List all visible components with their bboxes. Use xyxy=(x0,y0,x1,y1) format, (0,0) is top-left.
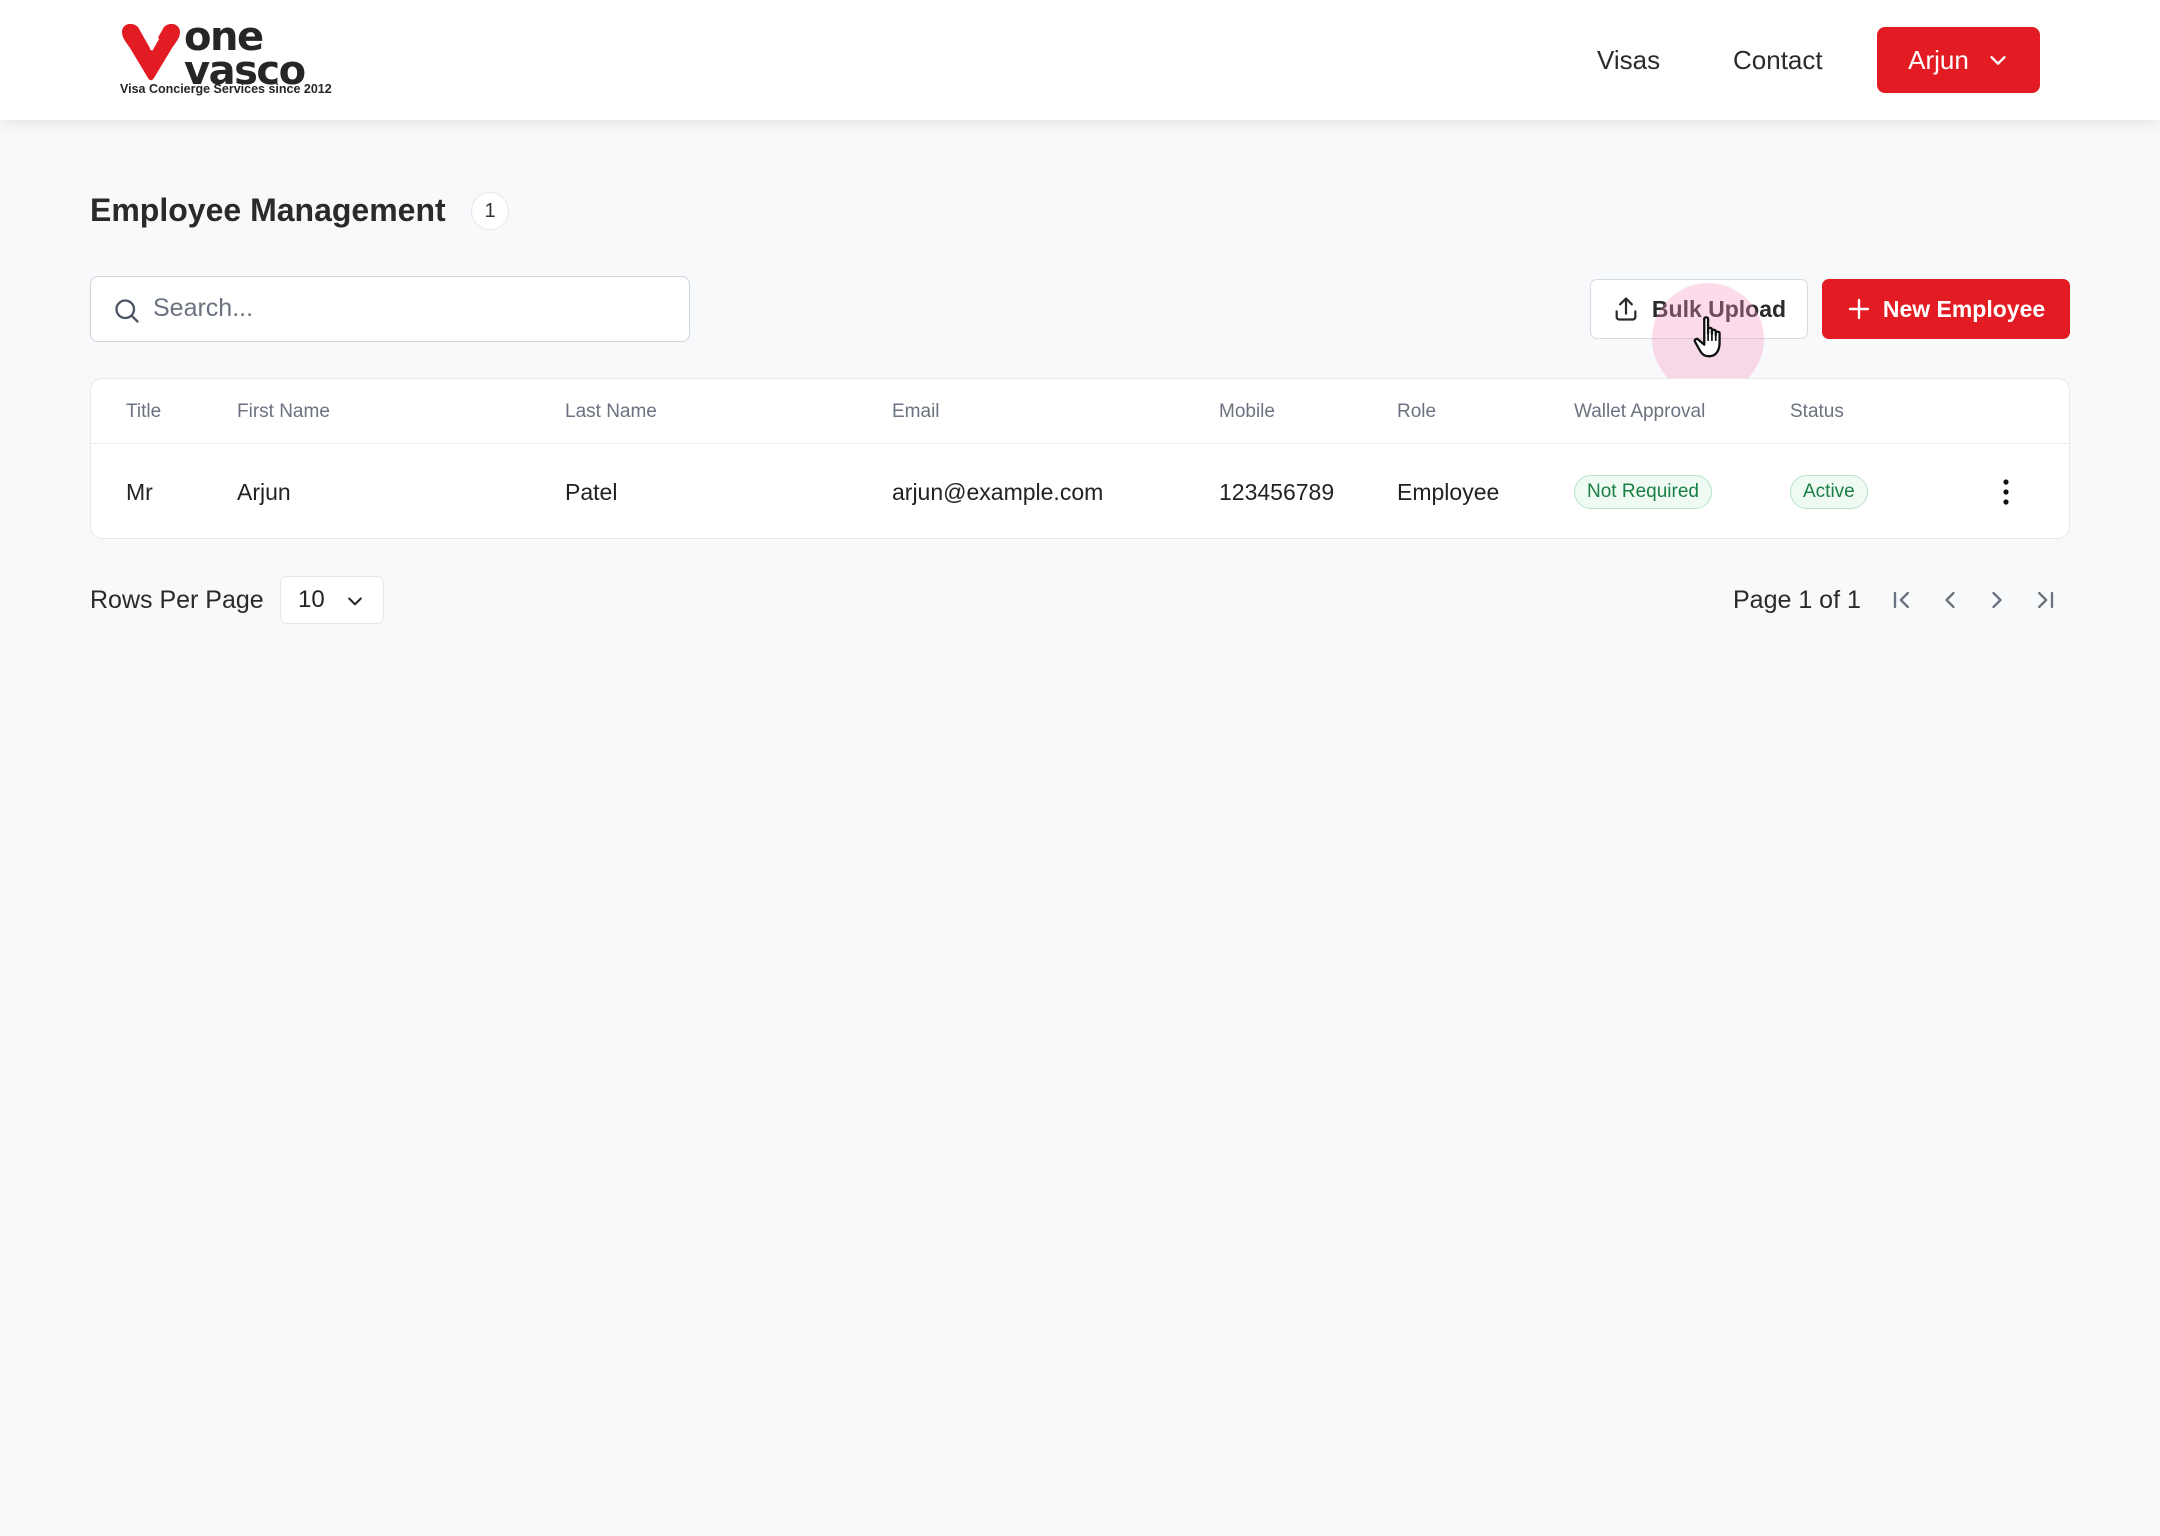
cell-last-name: Patel xyxy=(565,479,618,505)
plus-icon xyxy=(1848,298,1870,320)
next-page-icon xyxy=(1992,591,2002,609)
logo-wordmark: one vasco xyxy=(184,17,306,91)
table-row[interactable]: Mr Arjun Patel arjun@example.com 1234567… xyxy=(91,444,2069,538)
cell-mobile: 123456789 xyxy=(1219,479,1335,505)
column-header-status[interactable]: Status xyxy=(1790,379,1844,444)
new-employee-button[interactable]: New Employee xyxy=(1822,279,2070,339)
prev-page-icon xyxy=(1945,591,1955,609)
cell-first-name: Arjun xyxy=(237,479,291,505)
search-icon xyxy=(115,299,139,323)
upload-icon xyxy=(1615,297,1637,321)
column-header-email[interactable]: Email xyxy=(892,379,940,444)
page-title: Employee Management xyxy=(90,192,446,228)
table-header-row: Title First Name Last Name Email Mobile … xyxy=(91,379,2069,444)
column-header-first-name[interactable]: First Name xyxy=(237,379,330,444)
onevasco-logo[interactable]: one vasco Visa Concierge Services since … xyxy=(118,17,332,100)
heart-v-logo-icon xyxy=(122,23,180,81)
column-header-title[interactable]: Title xyxy=(126,379,161,444)
last-page-icon xyxy=(2038,591,2054,609)
nav-link-visas[interactable]: Visas xyxy=(1597,40,1660,80)
next-page-button[interactable] xyxy=(1983,586,2011,614)
page: one vasco Visa Concierge Services since … xyxy=(0,0,2160,1536)
hand-pointer-cursor-icon xyxy=(1693,316,1721,358)
search-box[interactable] xyxy=(90,276,690,342)
page-info: Page 1 of 1 xyxy=(1733,586,1861,614)
rows-per-page-select[interactable]: 10 xyxy=(280,576,384,624)
nav-link-contact[interactable]: Contact xyxy=(1733,40,1823,80)
status-badge: Active xyxy=(1790,475,1868,509)
employee-table: Title First Name Last Name Email Mobile … xyxy=(90,378,2070,539)
first-page-icon xyxy=(1893,591,1909,609)
chevron-down-icon xyxy=(1990,56,2006,65)
first-page-button[interactable] xyxy=(1888,586,1916,614)
rows-per-page-label: Rows Per Page xyxy=(90,586,264,614)
new-employee-label: New Employee xyxy=(1882,295,2046,322)
column-header-mobile[interactable]: Mobile xyxy=(1219,379,1275,444)
search-input[interactable] xyxy=(153,277,673,340)
column-header-role[interactable]: Role xyxy=(1397,379,1436,444)
user-menu-label: Arjun xyxy=(1908,44,1969,75)
wallet-approval-badge: Not Required xyxy=(1574,475,1712,509)
cell-title: Mr xyxy=(126,479,153,505)
prev-page-button[interactable] xyxy=(1936,586,1964,614)
employee-count-badge: 1 xyxy=(471,192,509,230)
logo-tagline: Visa Concierge Services since 2012 xyxy=(120,82,332,96)
top-header: one vasco Visa Concierge Services since … xyxy=(0,0,2160,120)
column-header-last-name[interactable]: Last Name xyxy=(565,379,657,444)
more-vertical-icon[interactable] xyxy=(1996,476,2016,508)
cell-email: arjun@example.com xyxy=(892,479,1104,505)
cell-role: Employee xyxy=(1397,479,1500,505)
column-header-wallet-approval[interactable]: Wallet Approval xyxy=(1574,379,1705,444)
chevron-down-icon xyxy=(348,597,362,606)
last-page-button[interactable] xyxy=(2031,586,2059,614)
user-menu-button[interactable]: Arjun xyxy=(1877,27,2040,93)
rows-per-page-value: 10 xyxy=(298,586,325,613)
